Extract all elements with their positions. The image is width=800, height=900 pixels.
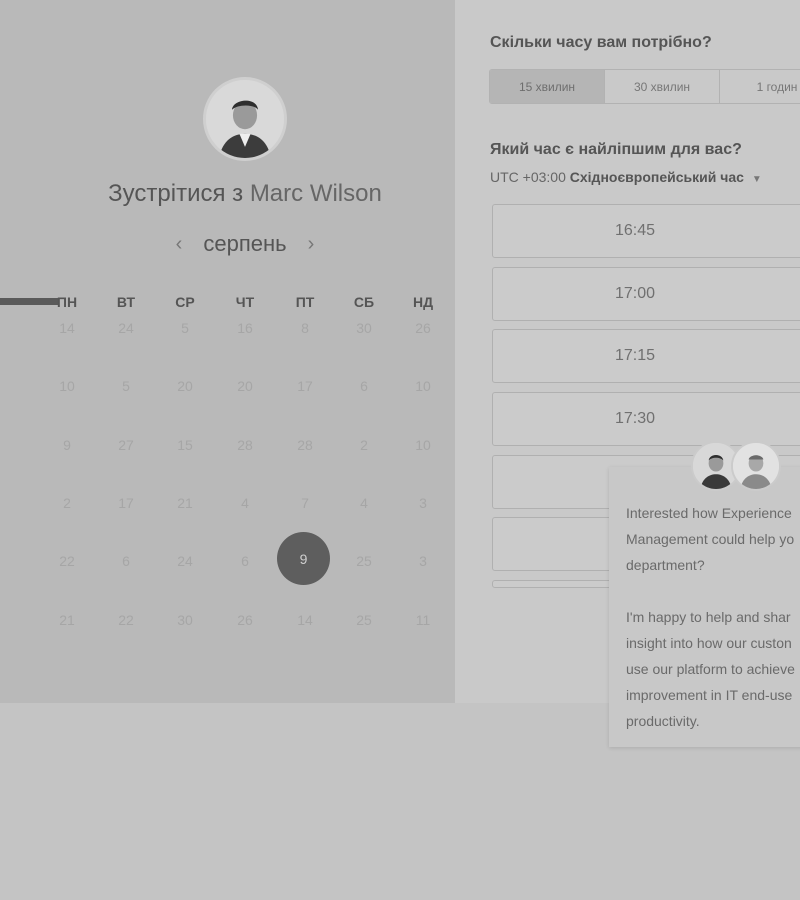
calendar-day[interactable]: 28 (225, 437, 265, 457)
chat-message: Interested how Experience Management cou… (626, 505, 795, 729)
chat-agent-avatar-2 (731, 441, 781, 491)
calendar-day[interactable]: 16 (225, 320, 265, 340)
duration-option-60[interactable]: 1 годин (720, 70, 800, 103)
calendar-day[interactable]: 28 (285, 437, 325, 457)
time-slot-label: 16:45 (614, 222, 656, 239)
calendar-day[interactable]: 21 (165, 495, 205, 515)
timezone-name: Східноєвропейський час (569, 169, 744, 185)
duration-selector: 15 хвилин 30 хвилин 1 годин (489, 69, 800, 104)
calendar-day[interactable]: 2 (344, 437, 384, 457)
calendar-day[interactable]: 8 (285, 320, 325, 340)
calendar-day[interactable]: 20 (165, 378, 205, 398)
calendar-day[interactable]: 7 (285, 495, 325, 515)
time-slot-label: 17:30 (614, 410, 656, 427)
timezone-selector[interactable]: UTC +03:00 Східноєвропейський час ▼ (490, 169, 762, 185)
calendar-day[interactable]: 24 (165, 553, 205, 573)
calendar-day[interactable]: 27 (106, 437, 146, 457)
calendar-day[interactable]: 4 (225, 495, 265, 515)
calendar-day[interactable]: 6 (344, 378, 384, 398)
calendar-day[interactable]: 6 (106, 553, 146, 573)
timezone-offset: UTC +03:00 (490, 169, 566, 185)
calendar-day[interactable]: 6 (225, 553, 265, 573)
calendar-day[interactable]: 17 (106, 495, 146, 515)
calendar-day[interactable]: 15 (165, 437, 205, 457)
meeting-title: Зустрітися з Marc Wilson (0, 180, 490, 208)
person-icon (206, 80, 284, 158)
calendar-day[interactable]: 2 (47, 495, 87, 515)
month-navigation: ‹ серпень › (170, 230, 320, 258)
calendar-day[interactable]: 22 (106, 612, 146, 632)
meeting-title-prefix: Зустрітися з (108, 180, 244, 207)
calendar-day[interactable]: 9 (47, 437, 87, 457)
weekday-label: СР (175, 294, 195, 310)
calendar-day[interactable]: 10 (47, 378, 87, 398)
chevron-left-icon[interactable]: ‹ (170, 233, 188, 256)
calendar-day[interactable]: 3 (403, 553, 443, 573)
time-slot[interactable]: 17:15 (492, 329, 800, 383)
host-avatar (203, 77, 287, 161)
weekday-label: ПТ (295, 294, 315, 310)
duration-option-15[interactable]: 15 хвилин (490, 70, 605, 103)
calendar-day[interactable]: 11 (403, 612, 443, 632)
time-heading: Який час є найліпшим для вас? (490, 141, 742, 158)
calendar-day[interactable]: 14 (47, 320, 87, 340)
calendar-day[interactable]: 10 (403, 437, 443, 457)
caret-down-icon: ▼ (751, 174, 762, 185)
time-slot-label: 17:00 (614, 285, 656, 302)
calendar-day[interactable]: 26 (225, 612, 265, 632)
calendar-day[interactable]: 30 (344, 320, 384, 340)
host-name: Marc Wilson (249, 180, 382, 207)
calendar-day[interactable]: 24 (106, 320, 146, 340)
calendar-day[interactable]: 10 (403, 378, 443, 398)
weekday-label: ВТ (116, 294, 136, 310)
calendar-day[interactable]: 5 (165, 320, 205, 340)
person-icon (733, 443, 779, 489)
calendar-day[interactable]: 22 (47, 553, 87, 573)
calendar-day[interactable]: 21 (47, 612, 87, 632)
calendar-day[interactable]: 20 (225, 378, 265, 398)
weekday-label: СБ (353, 294, 375, 310)
time-slot[interactable]: 16:45 (492, 204, 800, 258)
calendar-day[interactable]: 17 (285, 378, 325, 398)
time-slot-label: 17:15 (614, 347, 656, 364)
calendar-day[interactable]: 4 (344, 495, 384, 515)
calendar-day-selected[interactable]: 9 (277, 532, 330, 585)
duration-heading: Скільки часу вам потрібно? (490, 34, 712, 51)
calendar-day[interactable]: 30 (165, 612, 205, 632)
calendar-day[interactable]: 25 (344, 553, 384, 573)
month-label: серпень (203, 231, 287, 256)
calendar-day[interactable]: 14 (285, 612, 325, 632)
chevron-right-icon[interactable]: › (302, 233, 320, 256)
weekday-label: ПН (56, 294, 78, 310)
time-slot[interactable]: 17:30 (492, 392, 800, 446)
weekday-label: ЧТ (235, 294, 255, 310)
duration-option-30[interactable]: 30 хвилин (605, 70, 720, 103)
calendar-day[interactable]: 25 (344, 612, 384, 632)
calendar-day[interactable]: 26 (403, 320, 443, 340)
calendar-day[interactable]: 3 (403, 495, 443, 515)
calendar-day[interactable]: 5 (106, 378, 146, 398)
time-slot[interactable]: 17:00 (492, 267, 800, 321)
weekday-label: НД (412, 294, 434, 310)
